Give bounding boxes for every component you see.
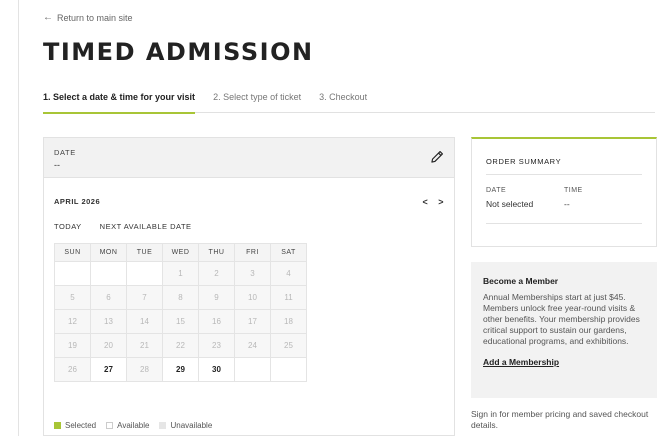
sign-in-text[interactable]: Sign in for member pricing and saved che… [471,409,670,431]
order-date-value: Not selected [486,199,534,209]
calendar-day-unavailable: 16 [198,309,235,334]
legend-available: Available [106,421,149,430]
unavailable-swatch [159,422,167,429]
calendar-grid: SUN MON TUE WED THU FRI SAT 1 2 3 4 5 6 7 8 9 10 1… [54,243,307,382]
calendar-day-unavailable: 5 [54,285,91,310]
date-header: DATE -- [44,138,454,178]
calendar-day-unavailable: 18 [270,309,307,334]
calendar-day-unavailable: 28 [126,357,163,382]
selected-swatch [54,422,61,429]
calendar-day-unavailable: 17 [234,309,271,334]
legend-selected: Selected [54,421,96,430]
calendar-day-unavailable: 19 [54,333,91,358]
weekday-label: THU [198,243,235,262]
calendar-day-unavailable: 2 [198,261,235,286]
order-time-column: TIME -- [564,187,642,209]
calendar-week-row: 1234 [54,261,307,286]
calendar-day-unavailable: 11 [270,285,307,310]
calendar-day-unavailable: 13 [90,309,127,334]
return-link[interactable]: ← Return to main site [43,12,133,23]
weekday-label: FRI [234,243,271,262]
calendar-legend: Selected Available Unavailable [54,421,212,430]
weekday-label: SAT [270,243,307,262]
prev-month-button[interactable]: < [422,197,428,207]
weekday-header-row: SUN MON TUE WED THU FRI SAT [54,243,307,262]
calendar-day-unavailable: 25 [270,333,307,358]
calendar-day-unavailable: 24 [234,333,271,358]
calendar-day-unavailable: 9 [198,285,235,310]
arrow-left-icon: ← [43,12,53,23]
calendar-week-row: 5 6 7 8 9 10 11 [54,285,307,310]
month-nav: < > [422,197,444,207]
weekday-label: TUE [126,243,163,262]
order-summary: ORDER SUMMARY DATE Not selected TIME -- [471,137,657,247]
month-row: APRIL 2026 < > [54,197,444,207]
order-summary-fields: DATE Not selected TIME -- [486,187,642,209]
membership-promo: Become a Member Annual Memberships start… [471,262,657,398]
membership-title: Become a Member [483,276,559,286]
calendar-day-unavailable: 1 [162,261,199,286]
membership-text: Annual Memberships start at just $45. Me… [483,292,640,346]
tab-step-ticket-type[interactable]: 2. Select type of ticket [213,92,301,113]
order-time-label: TIME [564,187,583,194]
calendar-week-row: 12 13 14 15 16 17 18 [54,309,307,334]
calendar-empty-cell [90,261,127,286]
order-time-value: -- [564,199,570,209]
calendar-day-unavailable: 26 [54,357,91,382]
legend-unavailable: Unavailable [159,421,212,430]
calendar-day-unavailable: 20 [90,333,127,358]
date-label: DATE [54,148,76,157]
return-link-label: Return to main site [57,12,133,23]
calendar-empty-cell [234,357,271,382]
next-month-button[interactable]: > [438,197,444,207]
step-tabs: 1. Select a date & time for your visit 2… [43,92,655,114]
date-selection-panel: DATE -- APRIL 2026 < > TODAY NEXT AVAILA… [43,137,455,436]
weekday-label: WED [162,243,199,262]
calendar-week-row: 19 20 21 22 23 24 25 [54,333,307,358]
calendar-day-unavailable: 21 [126,333,163,358]
calendar-empty-cell [270,357,307,382]
calendar-day-unavailable: 14 [126,309,163,334]
available-swatch [106,422,114,429]
next-available-date-button[interactable]: NEXT AVAILABLE DATE [100,222,192,231]
calendar-day-available[interactable]: 29 [162,357,199,382]
page-frame: ← Return to main site TIMED ADMISSION 1.… [18,0,670,436]
today-button[interactable]: TODAY [54,222,82,231]
calendar-day-unavailable: 4 [270,261,307,286]
calendar-day-unavailable: 8 [162,285,199,310]
order-date-label: DATE [486,187,507,194]
calendar-day-unavailable: 3 [234,261,271,286]
page-title: TIMED ADMISSION [43,38,314,66]
calendar-week-row: 26 27 28 29 30 [54,357,307,382]
weekday-label: MON [90,243,127,262]
legend-selected-label: Selected [65,421,97,430]
quick-date-links: TODAY NEXT AVAILABLE DATE [54,222,192,231]
calendar-empty-cell [54,261,91,286]
order-summary-divider [486,223,642,224]
calendar-day-available[interactable]: 27 [90,357,127,382]
calendar-day-available[interactable]: 30 [198,357,235,382]
order-date-column: DATE Not selected [486,187,564,209]
tab-step-checkout[interactable]: 3. Checkout [319,92,367,113]
calendar-day-unavailable: 23 [198,333,235,358]
date-value: -- [54,160,60,170]
calendar-day-unavailable: 22 [162,333,199,358]
calendar-day-unavailable: 6 [90,285,127,310]
calendar-day-unavailable: 7 [126,285,163,310]
calendar-day-unavailable: 12 [54,309,91,334]
calendar-day-unavailable: 10 [234,285,271,310]
legend-available-label: Available [117,421,150,430]
tab-step-date-time[interactable]: 1. Select a date & time for your visit [43,92,196,114]
calendar-empty-cell [126,261,163,286]
legend-unavailable-label: Unavailable [170,421,213,430]
calendar-day-unavailable: 15 [162,309,199,334]
order-summary-title: ORDER SUMMARY [486,139,642,175]
weekday-label: SUN [54,243,91,262]
pencil-icon[interactable] [430,150,444,164]
month-label: APRIL 2026 [54,197,101,206]
add-membership-link[interactable]: Add a Membership [483,357,645,367]
